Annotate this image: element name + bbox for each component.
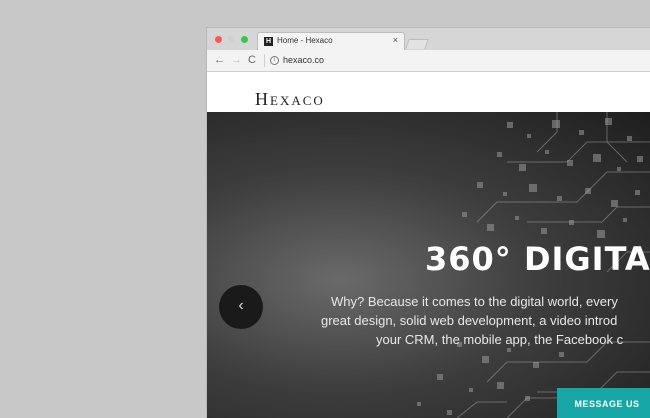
hero-description-line-3: your CRM, the mobile app, the Facebook c <box>376 332 624 347</box>
hero-title: 360° DIGITAL <box>425 240 650 278</box>
toolbar-divider <box>264 54 265 67</box>
message-us-button[interactable]: MESSAGE US <box>557 388 650 418</box>
new-tab-button[interactable] <box>405 39 429 49</box>
reload-icon[interactable]: C <box>248 54 256 66</box>
site-logo[interactable]: Hexaco <box>255 89 325 109</box>
forward-arrow-icon[interactable]: → <box>231 54 242 66</box>
info-icon[interactable]: i <box>270 56 279 65</box>
tab-close-icon[interactable]: × <box>393 35 398 45</box>
hero-description-line-2: great design, solid web development, a v… <box>321 313 618 328</box>
tab-strip: H Home - Hexaco × <box>207 28 650 50</box>
hero-banner: 360° DIGITAL Why? Because it comes to th… <box>207 112 650 418</box>
carousel-prev-button[interactable]: ‹ <box>219 285 263 329</box>
favicon-icon: H <box>264 37 273 46</box>
chevron-left-icon: ‹ <box>238 297 244 314</box>
back-arrow-icon[interactable]: ← <box>214 54 225 66</box>
browser-toolbar: ← → C i hexaco.co <box>207 50 650 72</box>
tab-title: Home - Hexaco <box>277 36 333 45</box>
site-header: Hexaco <box>207 72 650 112</box>
browser-window: H Home - Hexaco × ← → C i hexaco.co Hexa… <box>207 28 650 418</box>
address-bar[interactable]: hexaco.co <box>283 55 324 65</box>
maximize-window-button[interactable] <box>241 36 248 43</box>
minimize-window-button[interactable] <box>228 36 235 43</box>
hero-description-line-1: Why? Because it comes to the digital wor… <box>331 294 618 309</box>
tab-home[interactable]: H Home - Hexaco × <box>257 32 405 50</box>
close-window-button[interactable] <box>215 36 222 43</box>
